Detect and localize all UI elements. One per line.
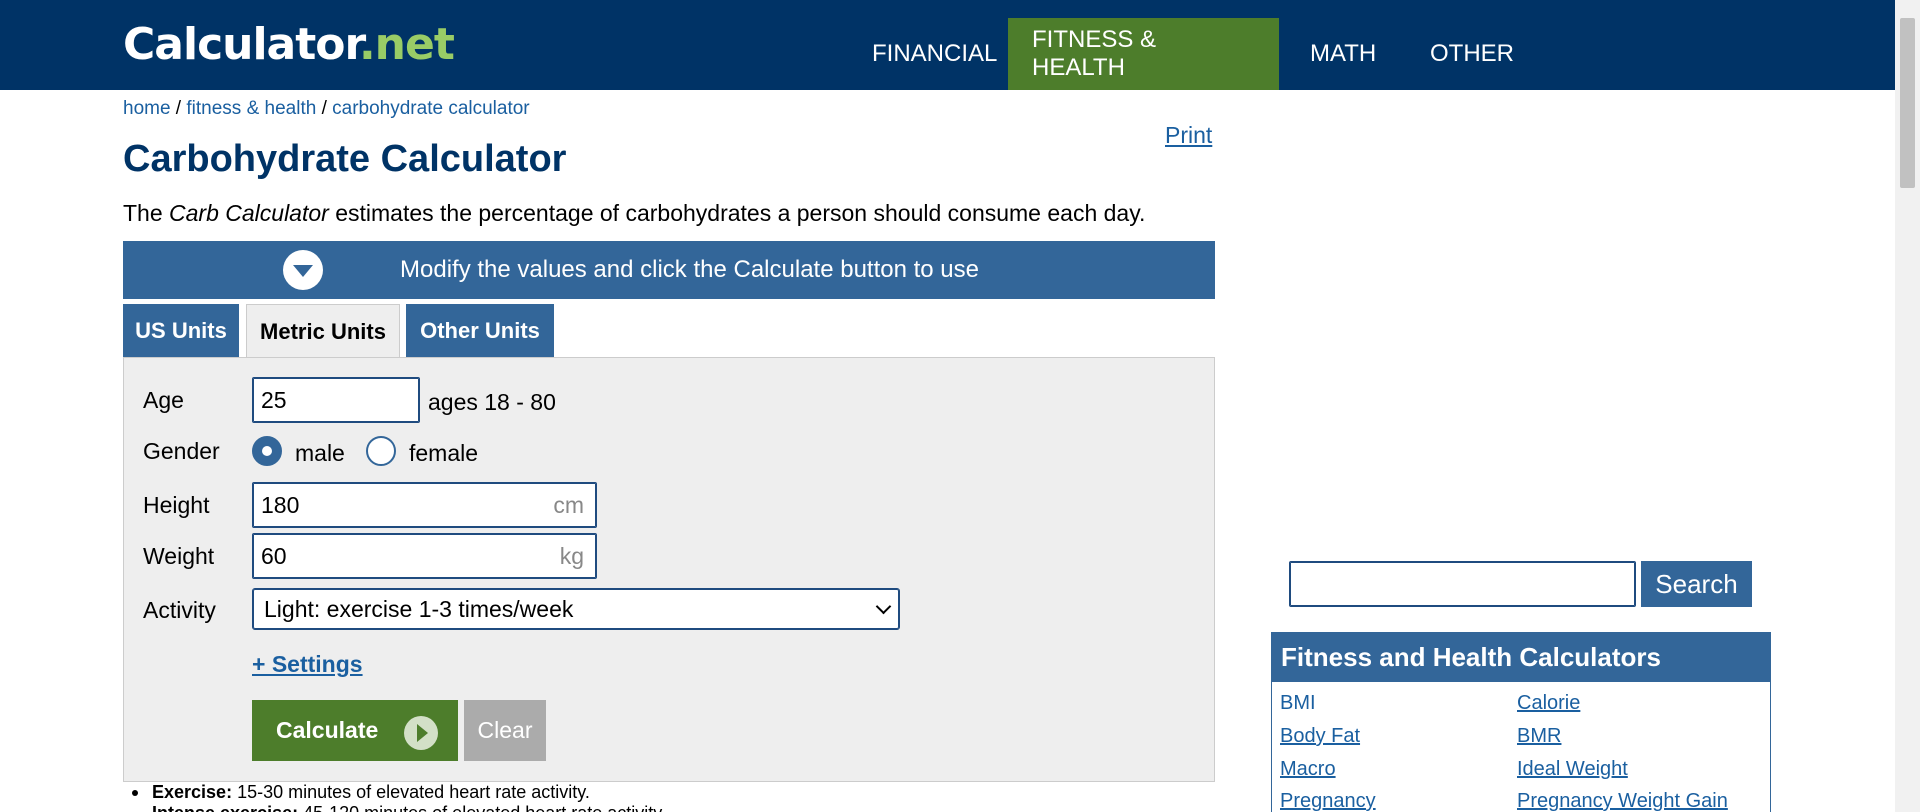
sidebar-link-bmi[interactable]: BMI bbox=[1280, 692, 1316, 715]
sidebar-link-calorie[interactable]: Calorie bbox=[1517, 692, 1580, 715]
sidebar-link-body-fat[interactable]: Body Fat bbox=[1280, 725, 1360, 748]
sidebar-link-ideal-weight[interactable]: Ideal Weight bbox=[1517, 758, 1628, 781]
gender-female-label[interactable]: female bbox=[409, 440, 478, 467]
search-button[interactable]: Search bbox=[1641, 561, 1752, 607]
play-icon bbox=[404, 716, 438, 750]
breadcrumb-fitness-health[interactable]: fitness & health bbox=[186, 98, 316, 119]
sidebar-link-pregnancy-weight-gain[interactable]: Pregnancy Weight Gain bbox=[1517, 790, 1728, 812]
exercise-definition: 15-30 minutes of elevated heart rate act… bbox=[232, 782, 590, 802]
sidebar-link-bmr[interactable]: BMR bbox=[1517, 725, 1561, 748]
intense-term: Intense exercise: bbox=[152, 803, 298, 812]
settings-link[interactable]: + Settings bbox=[252, 651, 363, 678]
activity-value: Light: exercise 1-3 times/week bbox=[264, 595, 574, 622]
sidebar-link-macro[interactable]: Macro bbox=[1280, 758, 1336, 781]
breadcrumb-home[interactable]: home bbox=[123, 98, 171, 119]
sidebar-heading: Fitness and Health Calculators bbox=[1271, 632, 1771, 682]
gender-male-radio[interactable] bbox=[252, 436, 282, 466]
banner-text: Modify the values and click the Calculat… bbox=[400, 256, 979, 283]
top-bar: Calculator.net FINANCIAL FITNESS & HEALT… bbox=[0, 0, 1895, 90]
nav-financial[interactable]: FINANCIAL bbox=[848, 18, 1021, 90]
logo[interactable]: Calculator.net bbox=[123, 19, 455, 70]
chevron-down-icon bbox=[283, 250, 323, 290]
calculate-button[interactable]: Calculate bbox=[252, 700, 458, 761]
weight-input[interactable]: 60 kg bbox=[252, 533, 597, 579]
height-label: Height bbox=[143, 492, 210, 518]
gender-male-label[interactable]: male bbox=[295, 440, 345, 467]
list-item: Intense exercise: 45-120 minutes of elev… bbox=[152, 803, 666, 812]
gender-female-radio[interactable] bbox=[366, 436, 396, 466]
nav-other[interactable]: OTHER bbox=[1406, 18, 1538, 90]
chevron-down-icon bbox=[875, 598, 892, 615]
activity-label: Activity bbox=[143, 597, 216, 623]
sidebar-link-pregnancy[interactable]: Pregnancy bbox=[1280, 790, 1376, 812]
activity-select[interactable]: Light: exercise 1-3 times/week bbox=[252, 588, 900, 630]
print-link[interactable]: Print bbox=[1165, 122, 1212, 149]
age-hint: ages 18 - 80 bbox=[428, 389, 556, 415]
nav-math[interactable]: MATH bbox=[1286, 18, 1400, 90]
page-title: Carbohydrate Calculator bbox=[123, 138, 567, 180]
tab-other-units[interactable]: Other Units bbox=[406, 304, 554, 358]
tab-metric-units[interactable]: Metric Units bbox=[246, 304, 400, 359]
height-input[interactable]: 180 cm bbox=[252, 482, 597, 528]
breadcrumb: home / fitness & health / carbohydrate c… bbox=[123, 98, 530, 119]
instruction-banner[interactable]: Modify the values and click the Calculat… bbox=[123, 241, 1215, 299]
tab-us-units[interactable]: US Units bbox=[123, 304, 239, 358]
age-input[interactable]: 25 bbox=[252, 377, 420, 423]
intro-text: The Carb Calculator estimates the percen… bbox=[123, 200, 1146, 226]
height-value: 180 bbox=[261, 491, 300, 518]
search-input[interactable] bbox=[1289, 561, 1636, 607]
weight-unit: kg bbox=[559, 542, 584, 569]
bullet-icon bbox=[132, 790, 138, 796]
scrollbar[interactable] bbox=[1895, 0, 1920, 812]
height-unit: cm bbox=[553, 491, 584, 518]
weight-label: Weight bbox=[143, 543, 215, 569]
scrollbar-thumb[interactable] bbox=[1900, 18, 1915, 188]
clear-button[interactable]: Clear bbox=[464, 700, 546, 761]
gender-label: Gender bbox=[143, 438, 220, 464]
exercise-term: Exercise: bbox=[152, 782, 233, 802]
weight-value: 60 bbox=[261, 542, 287, 569]
nav-fitness-health[interactable]: FITNESS & HEALTH bbox=[1008, 18, 1279, 90]
age-label: Age bbox=[143, 387, 184, 413]
intense-definition: 45-120 minutes of elevated heart rate ac… bbox=[298, 803, 666, 812]
calculate-label: Calculate bbox=[276, 717, 379, 743]
breadcrumb-current[interactable]: carbohydrate calculator bbox=[332, 98, 530, 119]
list-item: Exercise: 15-30 minutes of elevated hear… bbox=[132, 782, 590, 803]
